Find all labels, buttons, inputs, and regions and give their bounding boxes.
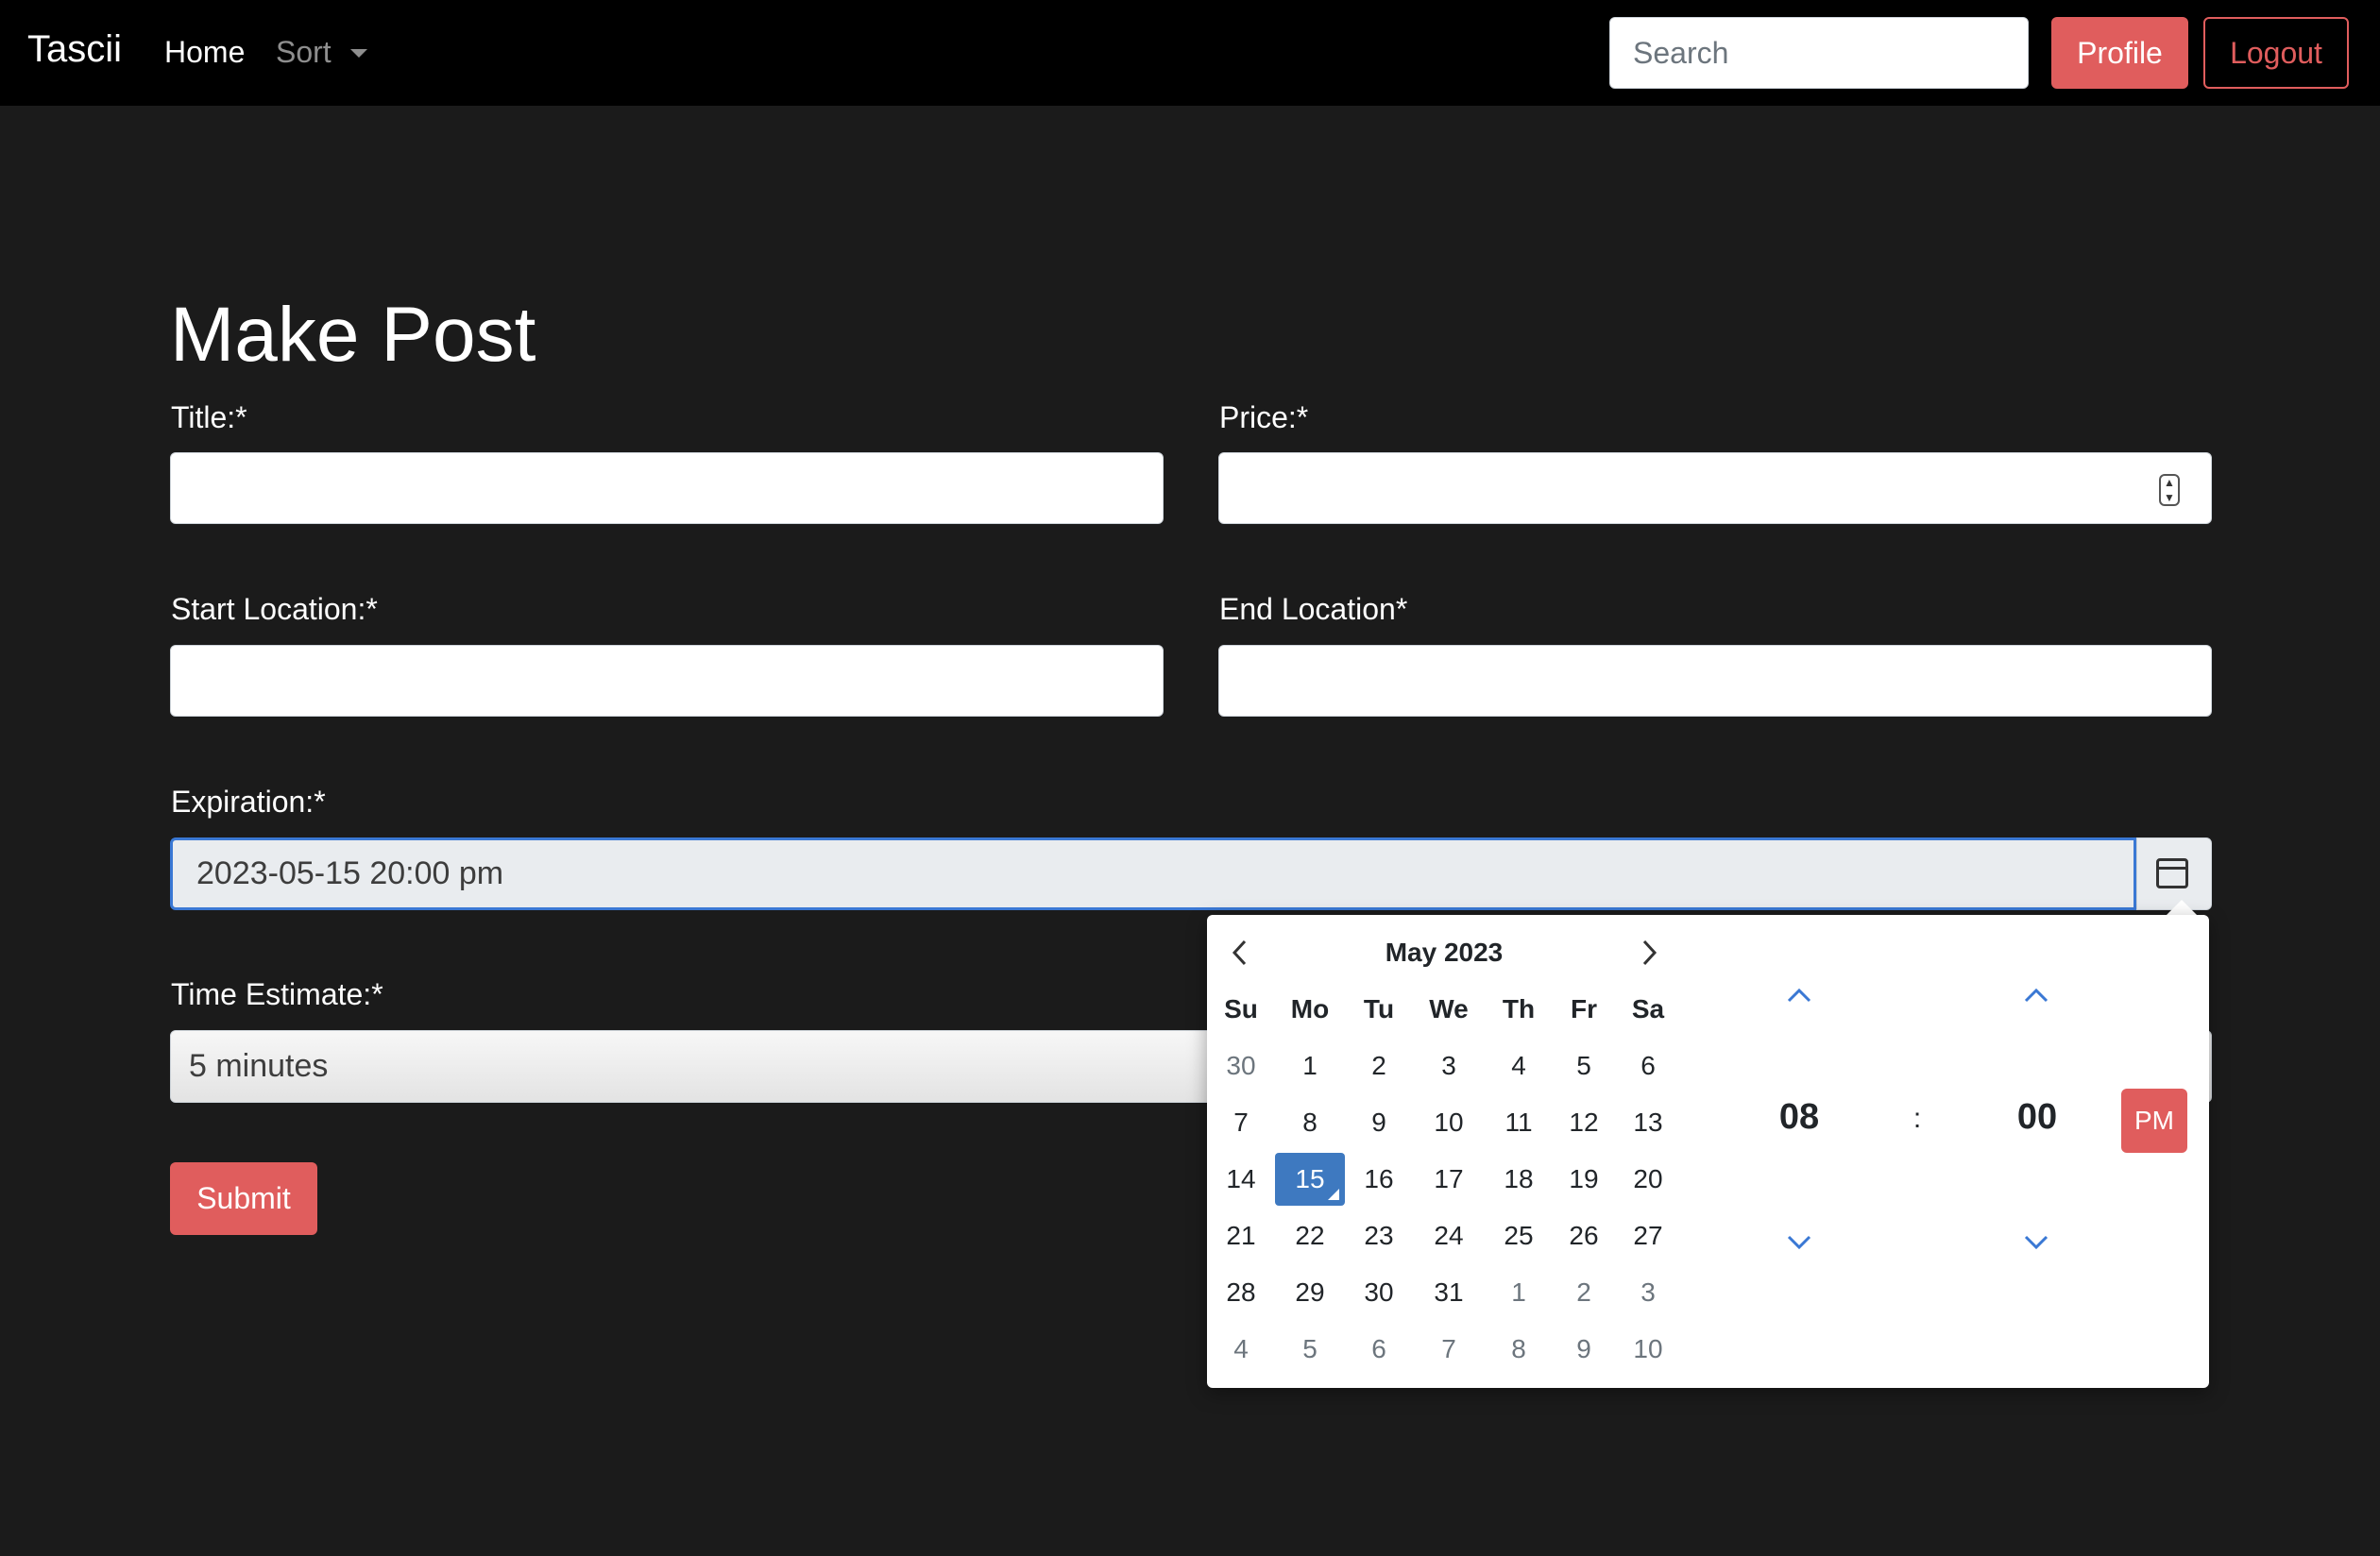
weekday-label: Su	[1224, 994, 1258, 1023]
calendar-day[interactable]: 31	[1414, 1266, 1484, 1319]
calendar-day[interactable]: 5	[1549, 1040, 1619, 1092]
calendar-day[interactable]: 30	[1206, 1040, 1276, 1092]
calendar-day[interactable]: 1	[1275, 1040, 1345, 1092]
calendar-day[interactable]: 12	[1549, 1096, 1619, 1149]
calendar-day[interactable]: 30	[1344, 1266, 1414, 1319]
price-input[interactable]	[1218, 452, 2212, 524]
brand-logo[interactable]: Tascii	[27, 28, 122, 71]
calendar-day[interactable]: 3	[1414, 1040, 1484, 1092]
start-location-label: Start Location:*	[171, 592, 378, 626]
chevron-up-icon[interactable]	[1784, 980, 1814, 1010]
calendar-icon	[2156, 858, 2188, 888]
calendar-day[interactable]: 8	[1275, 1096, 1345, 1149]
logout-button[interactable]: Logout	[2203, 17, 2349, 89]
caret-down-icon[interactable]	[350, 49, 367, 58]
chevron-up-icon[interactable]	[2021, 980, 2051, 1010]
calendar-day[interactable]: 10	[1414, 1096, 1484, 1149]
stepper-down-icon[interactable]: ▼	[2164, 492, 2175, 503]
chevron-down-icon[interactable]	[1784, 1227, 1814, 1258]
expiration-label: Expiration:*	[171, 785, 326, 819]
weekday-label: We	[1429, 994, 1469, 1023]
calendar-day[interactable]: 19	[1549, 1153, 1619, 1206]
calendar-day[interactable]: 27	[1613, 1209, 1683, 1262]
time-separator: :	[1912, 1103, 1922, 1134]
weekday-label: Th	[1502, 994, 1536, 1023]
nav-sort-dropdown[interactable]: Sort	[276, 35, 332, 70]
chevron-left-icon[interactable]	[1230, 939, 1250, 967]
calendar-day[interactable]: 2	[1344, 1040, 1414, 1092]
time-estimate-label: Time Estimate:*	[171, 977, 383, 1011]
calendar-day[interactable]: 6	[1613, 1040, 1683, 1092]
page-title: Make Post	[170, 292, 536, 378]
calendar-day[interactable]: 10	[1613, 1323, 1683, 1376]
calendar-day[interactable]: 1	[1484, 1266, 1554, 1319]
calendar-day[interactable]: 22	[1275, 1209, 1345, 1262]
title-label: Title:*	[171, 400, 247, 434]
weekday-label: Sa	[1631, 994, 1665, 1023]
ampm-toggle-button[interactable]: PM	[2121, 1089, 2187, 1153]
stepper-up-icon[interactable]: ▲	[2164, 477, 2175, 488]
calendar-day[interactable]: 7	[1206, 1096, 1276, 1149]
price-stepper[interactable]: ▲ ▼	[2159, 474, 2180, 506]
end-location-label: End Location*	[1219, 592, 1408, 626]
chevron-down-icon[interactable]	[2021, 1227, 2051, 1258]
calendar-day[interactable]: 24	[1414, 1209, 1484, 1262]
calendar-day[interactable]: 4	[1484, 1040, 1554, 1092]
calendar-day[interactable]: 8	[1484, 1323, 1554, 1376]
nav-home-link[interactable]: Home	[164, 35, 245, 70]
calendar-day[interactable]: 13	[1613, 1096, 1683, 1149]
calendar-day[interactable]: 5	[1275, 1323, 1345, 1376]
start-location-input[interactable]	[170, 645, 1164, 717]
month-label[interactable]: May 2023	[1380, 938, 1508, 968]
calendar-day[interactable]: 7	[1414, 1323, 1484, 1376]
end-location-input[interactable]	[1218, 645, 2212, 717]
calendar-day[interactable]: 6	[1344, 1323, 1414, 1376]
calendar-day[interactable]: 20	[1613, 1153, 1683, 1206]
submit-button[interactable]: Submit	[170, 1162, 317, 1235]
calendar-day[interactable]: 11	[1484, 1096, 1554, 1149]
expiration-input[interactable]	[170, 837, 2136, 910]
weekday-label: Tu	[1363, 994, 1395, 1023]
calendar-day[interactable]: 28	[1206, 1266, 1276, 1319]
calendar-day[interactable]: 9	[1549, 1323, 1619, 1376]
weekday-label: Fr	[1571, 994, 1597, 1023]
calendar-day[interactable]: 21	[1206, 1209, 1276, 1262]
profile-button[interactable]: Profile	[2051, 17, 2188, 89]
search-input[interactable]	[1609, 17, 2029, 89]
calendar-day[interactable]: 3	[1613, 1266, 1683, 1319]
calendar-day[interactable]: 26	[1549, 1209, 1619, 1262]
navbar: Tascii Home Sort Profile Logout	[0, 0, 2380, 106]
calendar-day[interactable]: 18	[1484, 1153, 1554, 1206]
calendar-day[interactable]: 4	[1206, 1323, 1276, 1376]
calendar-day[interactable]: 9	[1344, 1096, 1414, 1149]
calendar-day[interactable]: 29	[1275, 1266, 1345, 1319]
calendar-day[interactable]: 17	[1414, 1153, 1484, 1206]
price-label: Price:*	[1219, 400, 1309, 434]
weekday-label: Mo	[1290, 994, 1330, 1023]
picker-pointer	[2167, 900, 2197, 915]
chevron-right-icon[interactable]	[1639, 939, 1659, 967]
calendar-day[interactable]: 14	[1206, 1153, 1276, 1206]
calendar-day[interactable]: 25	[1484, 1209, 1554, 1262]
calendar-day[interactable]: 23	[1344, 1209, 1414, 1262]
calendar-day[interactable]: 16	[1344, 1153, 1414, 1206]
calendar-day-selected[interactable]: 15	[1275, 1153, 1345, 1206]
minute-value[interactable]: 00	[2010, 1097, 2065, 1138]
hour-value[interactable]: 08	[1772, 1097, 1827, 1138]
title-input[interactable]	[170, 452, 1164, 524]
calendar-day[interactable]: 2	[1549, 1266, 1619, 1319]
